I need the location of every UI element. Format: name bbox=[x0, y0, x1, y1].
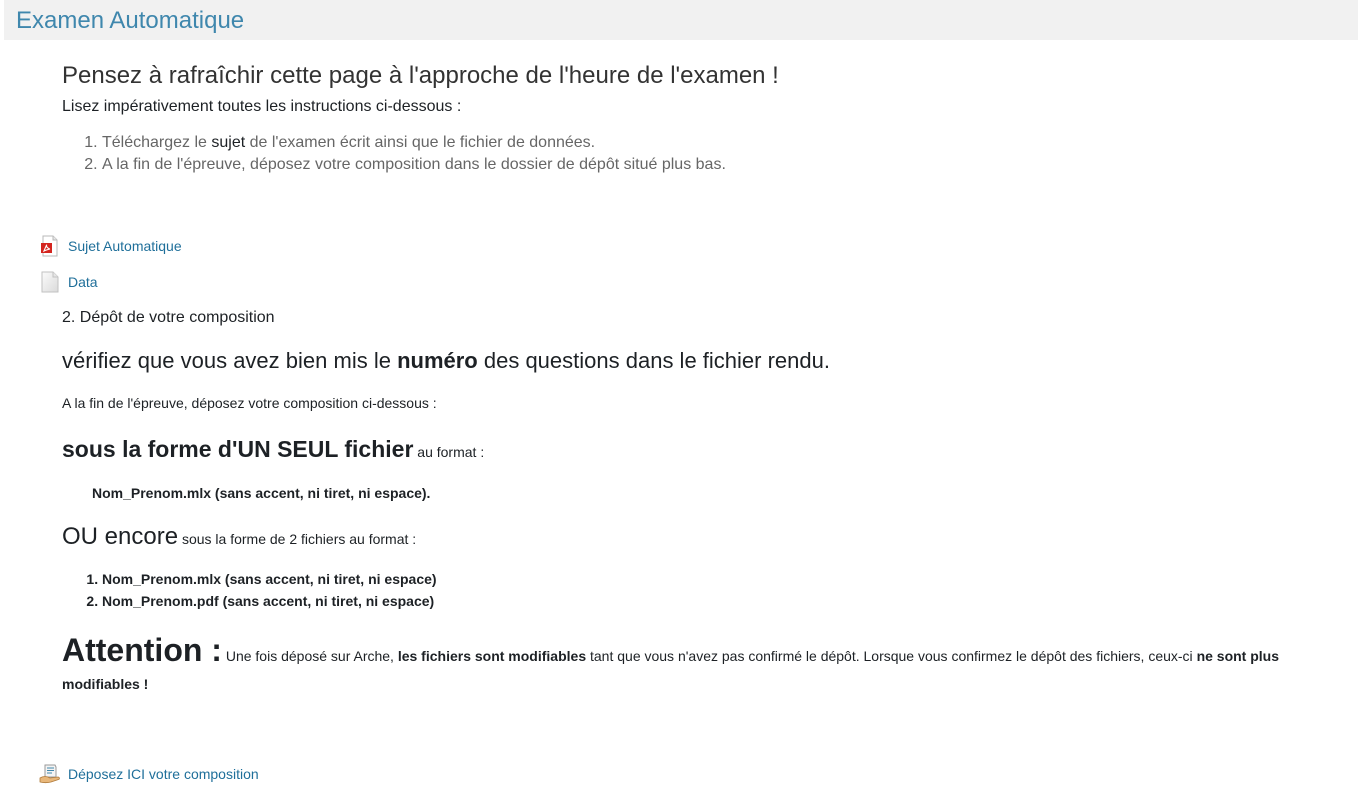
data-link[interactable]: Data bbox=[68, 274, 98, 290]
single-file-after: au format : bbox=[413, 444, 485, 460]
instruction-step-1-bold: sujet bbox=[211, 134, 246, 151]
verify-bold: numéro bbox=[397, 348, 478, 373]
two-files-text: sous la forme de 2 fichiers au format : bbox=[178, 531, 417, 547]
generic-file-icon bbox=[38, 270, 62, 294]
depot-composition-link[interactable]: Déposez ICI votre composition bbox=[68, 766, 259, 782]
instruction-step-1: Téléchargez le sujet de l'examen écrit a… bbox=[102, 132, 1342, 154]
verify-numbers-text: vérifiez que vous avez bien mis le numér… bbox=[62, 347, 1352, 375]
pdf-file-icon bbox=[38, 234, 62, 258]
instruction-step-1-after: de l'examen écrit ainsi que le fichier d… bbox=[245, 134, 596, 151]
instruction-step-1-before: Téléchargez le bbox=[102, 134, 212, 151]
single-file-line: sous la forme d'UN SEUL fichier au forma… bbox=[62, 434, 1352, 468]
verify-after: des questions dans le fichier rendu. bbox=[477, 348, 830, 373]
two-files-list: Nom_Prenom.mlx (sans accent, ni tiret, n… bbox=[62, 568, 1358, 612]
instructions-intro: Lisez impérativement toutes les instruct… bbox=[62, 98, 462, 115]
single-file-bold: sous la forme d'UN SEUL fichier bbox=[62, 436, 414, 462]
course-page: Examen Automatique Pensez à rafraîchir c… bbox=[0, 0, 1358, 796]
attention-bold1: les fichiers sont modifiables bbox=[397, 648, 587, 664]
two-files-item-1: Nom_Prenom.mlx (sans accent, ni tiret, n… bbox=[102, 568, 1358, 590]
refresh-heading: Pensez à rafraîchir cette page à l'appro… bbox=[62, 62, 779, 89]
activity-data[interactable]: Data bbox=[38, 268, 98, 296]
attention-part1: Une fois déposé sur Arche, bbox=[221, 648, 398, 664]
ou-encore: OU encore bbox=[62, 523, 179, 550]
verify-before: vérifiez que vous avez bien mis le bbox=[62, 348, 398, 373]
activity-sujet[interactable]: Sujet Automatique bbox=[38, 232, 182, 260]
assignment-upload-icon bbox=[38, 762, 62, 786]
instructions-list: Téléchargez le sujet de l'examen écrit a… bbox=[62, 132, 1342, 176]
sujet-automatique-link[interactable]: Sujet Automatique bbox=[68, 238, 182, 254]
single-file-format: Nom_Prenom.mlx (sans accent, ni tiret, n… bbox=[92, 485, 431, 501]
section-header: Examen Automatique bbox=[4, 0, 1358, 40]
attention-paragraph: Attention : Une fois déposé sur Arche, l… bbox=[62, 634, 1352, 698]
ou-encore-line: OU encore sous la forme de 2 fichiers au… bbox=[62, 522, 1352, 555]
section-summary: Pensez à rafraîchir cette page à l'appro… bbox=[62, 62, 1342, 176]
attention-part2: tant que vous n'avez pas confirmé le dép… bbox=[586, 648, 1197, 664]
section-title: Examen Automatique bbox=[16, 7, 245, 34]
attention-label: Attention : bbox=[62, 632, 222, 668]
instruction-step-2: A la fin de l'épreuve, déposez votre com… bbox=[102, 154, 1342, 176]
depot-heading: 2. Dépôt de votre composition bbox=[62, 309, 275, 326]
activity-depot[interactable]: Déposez ICI votre composition bbox=[38, 760, 259, 788]
end-of-exam-text: A la fin de l'épreuve, déposez votre com… bbox=[62, 395, 437, 411]
two-files-item-2: Nom_Prenom.pdf (sans accent, ni tiret, n… bbox=[102, 590, 1358, 612]
